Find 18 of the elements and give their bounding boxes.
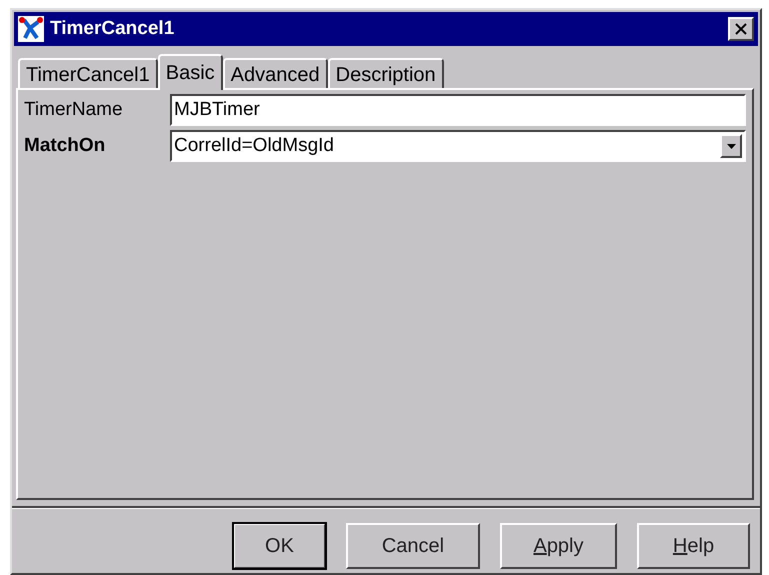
dropdown-button[interactable]: [720, 134, 742, 158]
tab[interactable]: TimerCancel1: [18, 58, 158, 88]
text-field[interactable]: MJBTimer: [170, 94, 746, 126]
dropdown-field[interactable]: CorrelId=OldMsgId: [170, 130, 746, 162]
field-label: MatchOn: [24, 135, 106, 157]
dialog-button[interactable]: Help: [637, 523, 750, 569]
dialog-button[interactable]: Apply: [500, 523, 617, 569]
close-icon: [735, 23, 747, 35]
dialog-button[interactable]: OK: [233, 523, 326, 569]
tab[interactable]: Basic: [158, 54, 223, 90]
window-title: TimerCancel1: [50, 18, 176, 40]
tab[interactable]: Advanced: [222, 58, 328, 88]
app-icon: [18, 16, 44, 42]
close-button[interactable]: [728, 17, 754, 41]
dialog-button[interactable]: Cancel: [346, 523, 480, 569]
field-label: TimerName: [24, 99, 124, 121]
tab[interactable]: Description: [328, 58, 444, 88]
caret-icon: [726, 144, 736, 148]
